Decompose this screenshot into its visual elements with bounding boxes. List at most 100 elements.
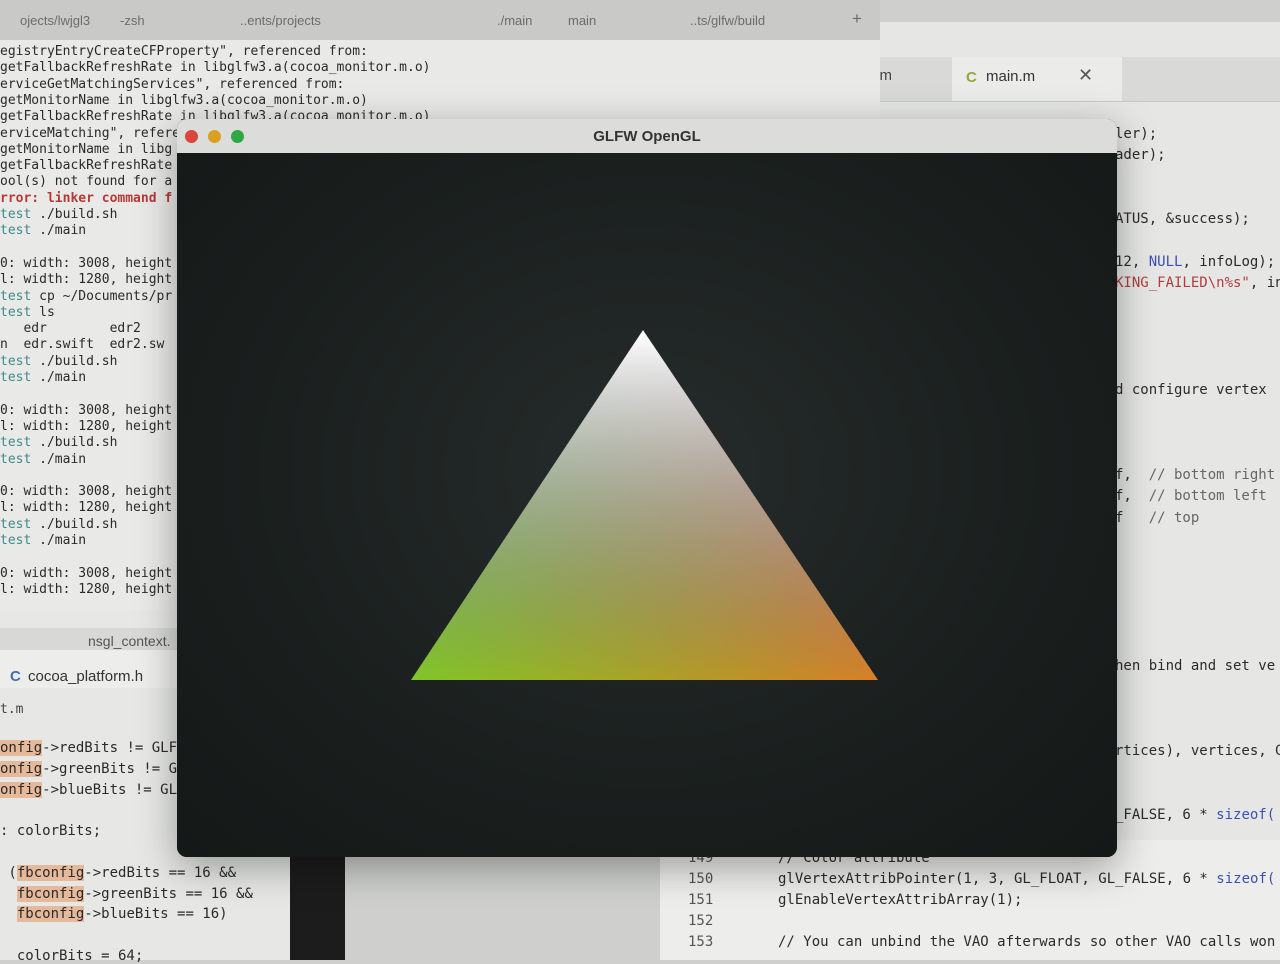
line-text: getFallbackRefreshRate in libglfw3.a(coc…: [0, 60, 431, 76]
prompt-text: test: [0, 223, 32, 239]
line-text: cp ~/Documents/pr: [31, 288, 173, 304]
code-line: colorBits = 64;: [0, 948, 143, 964]
prompt-text: test: [0, 451, 32, 467]
line-text: getFallbackRefreshRate: [0, 158, 173, 174]
prompt-text: test: [0, 304, 32, 320]
lower-code-editor: 149// Color attribute 150 glVertexAttribPo…: [660, 840, 1280, 960]
line-text: l: width: 1280, height: [0, 581, 173, 597]
line-text: ./main: [31, 370, 87, 385]
prompt-text: test: [0, 370, 32, 385]
terminal-line: l: width: 1280, height: [0, 500, 172, 516]
line-text: ./build.sh: [31, 353, 118, 369]
line-text: ./build.sh: [31, 435, 118, 451]
code-text: _FALSE, 6 *: [1115, 807, 1217, 823]
file-label: cocoa_platform.h: [28, 668, 144, 685]
code-text: ler);: [1115, 126, 1158, 142]
terminal-tab[interactable]: -zsh: [120, 13, 145, 28]
line-number: 151: [688, 892, 714, 908]
highlighted-identifier: fbconfig: [16, 885, 85, 902]
close-icon[interactable]: ✕: [1078, 65, 1093, 86]
new-tab-button[interactable]: +: [852, 9, 862, 29]
terminal-line: l: width: 1280, height: [0, 272, 172, 288]
code-text: f,: [1115, 467, 1149, 483]
terminal-line: erviceMatching", refere: [0, 126, 180, 142]
terminal-tab[interactable]: main: [568, 13, 596, 28]
terminal-line: test ./build.sh: [0, 517, 117, 533]
line-text: getMonitorName in libglfw3.a(cocoa_monit…: [0, 92, 368, 108]
highlighted-identifier: fbconfig: [16, 864, 85, 881]
line-text: rror: linker command f: [0, 190, 173, 206]
string-literal: KING_FAILED\n%s": [1115, 275, 1250, 291]
code-text: colorBits = 64;: [0, 948, 144, 964]
terminal-line: l: width: 1280, height: [0, 419, 172, 435]
comment: // top: [1148, 510, 1200, 526]
code-text: rtices), vertices, G: [1115, 743, 1280, 759]
line-text: erviceGetMatchingServices", referenced f…: [0, 76, 345, 92]
highlighted-identifier: onfig: [0, 760, 43, 777]
terminal-line: 0: width: 3008, height: [0, 256, 172, 272]
terminal-line: egistryEntryCreateCFProperty", reference…: [0, 44, 368, 60]
terminal-line: getFallbackRefreshRate in libglfw3.a(coc…: [0, 60, 430, 76]
line-text: 0: width: 3008, height: [0, 484, 173, 500]
terminal-line: test ./main: [0, 223, 86, 239]
window-title: GLFW OpenGL: [593, 128, 701, 145]
terminal-tab[interactable]: ojects/lwjgl3: [20, 13, 90, 28]
terminal-line: 0: width: 3008, height: [0, 566, 172, 582]
c-file-icon: C: [10, 668, 21, 685]
code-line: rtices), vertices, G: [1115, 743, 1280, 759]
terminal-tab-bar: ojects/lwjgl3 -zsh ..ents/projects ./mai…: [0, 0, 880, 40]
terminal-line: test ./build.sh: [0, 354, 117, 370]
code-text: ->blueBits == 16): [84, 906, 228, 923]
tab-main-m[interactable]: C main.m ✕: [952, 57, 1122, 101]
code-text: (: [0, 864, 17, 881]
tab-nsgl-context[interactable]: nsgl_context.: [88, 633, 171, 649]
triangle-canvas: [411, 330, 878, 680]
comment: // bottom left: [1148, 488, 1267, 504]
prompt-text: test: [0, 533, 32, 548]
terminal-line: test ./build.sh: [0, 207, 117, 223]
terminal-line: test ./main: [0, 533, 86, 549]
editor-tab-bar: l.m C main.m ✕: [840, 57, 1280, 102]
terminal-line: l: width: 1280, height: [0, 582, 172, 598]
code-line: f, // bottom right: [1115, 467, 1275, 483]
code-line: onfig->redBits != GLF: [0, 740, 177, 756]
dark-panel: [290, 856, 345, 960]
opengl-viewport[interactable]: [177, 153, 1117, 857]
terminal-line: test ./main: [0, 452, 86, 468]
terminal-line: test ls: [0, 305, 55, 321]
prompt-text: test: [0, 207, 32, 222]
terminal-line: n edr.swift edr2.sw: [0, 337, 164, 353]
terminal-tab[interactable]: ..ts/glfw/build: [690, 13, 765, 28]
tab-label: main.m: [986, 68, 1036, 85]
code-text: ader);: [1115, 147, 1166, 163]
code-line: fbconfig->blueBits == 16): [0, 906, 228, 923]
line-text: ./main: [31, 533, 87, 548]
code-text: glEnableVertexAttribArray(1);: [778, 892, 1023, 908]
comment: // bottom right: [1148, 467, 1276, 483]
terminal-line: 0: width: 3008, height: [0, 484, 172, 500]
line-text: ./build.sh: [31, 516, 118, 532]
window-titlebar[interactable]: GLFW OpenGL: [177, 119, 1117, 154]
terminal-tab[interactable]: ./main: [497, 13, 532, 28]
terminal-line: 0: width: 3008, height: [0, 403, 172, 419]
line-text: l: width: 1280, height: [0, 500, 173, 516]
highlighted-identifier: onfig: [0, 781, 43, 798]
code-text: hen bind and set ve: [1115, 658, 1276, 674]
keyword: sizeof(: [1216, 807, 1276, 823]
terminal-line: erviceGetMatchingServices", referenced f…: [0, 77, 344, 93]
terminal-line: getFallbackRefreshRate: [0, 158, 172, 174]
glfw-window[interactable]: GLFW OpenGL: [177, 119, 1117, 857]
file-tab-cocoa-platform[interactable]: C cocoa_platform.h: [0, 650, 180, 688]
terminal-line: test ./build.sh: [0, 435, 117, 451]
code-line: (fbconfig->redBits == 16 &&: [0, 864, 236, 881]
code-text: f,: [1115, 488, 1149, 504]
keyword: NULL: [1148, 254, 1183, 270]
prompt-text: test: [0, 353, 32, 369]
code-text: ATUS, &success);: [1115, 211, 1250, 227]
code-line: d configure vertex: [1115, 382, 1267, 398]
code-line: _FALSE, 6 * sizeof(: [1115, 807, 1275, 823]
terminal-tab[interactable]: ..ents/projects: [240, 13, 321, 28]
code-text: , in: [1249, 275, 1280, 291]
highlighted-identifier: fbconfig: [16, 906, 85, 923]
